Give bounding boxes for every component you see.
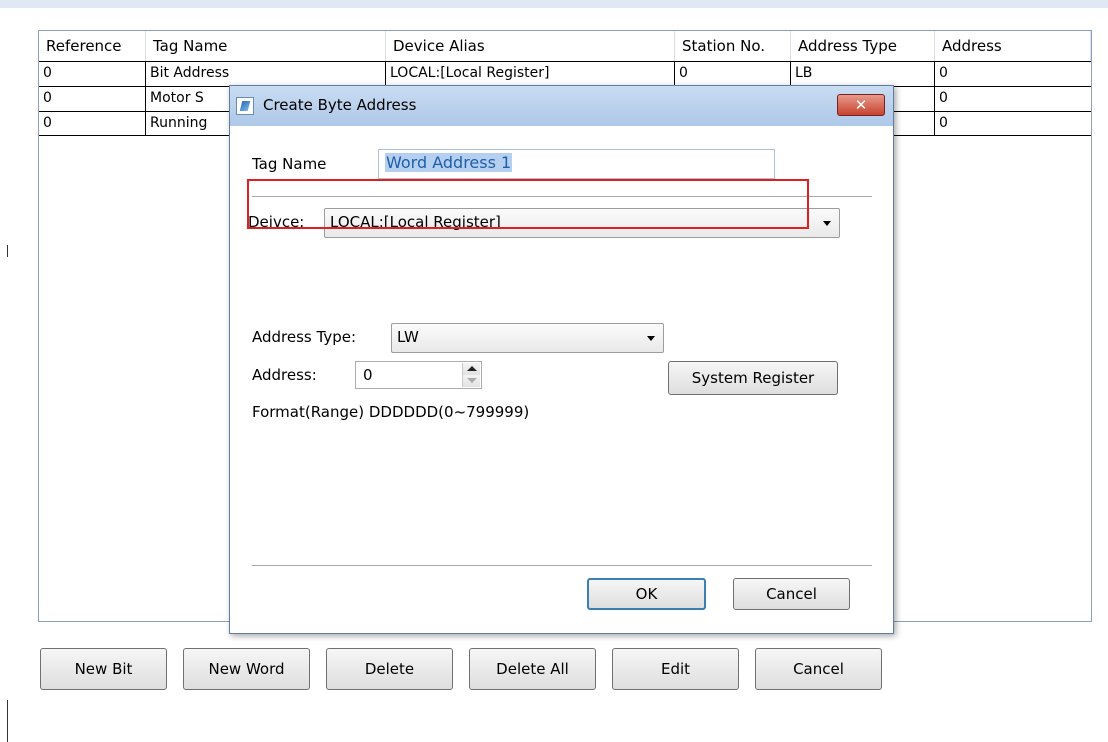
create-byte-address-dialog: Create Byte Address ✕ Tag Name Word Addr… — [229, 85, 894, 634]
divider — [252, 565, 872, 566]
column-header-station-no[interactable]: Station No. — [675, 31, 791, 61]
cell-reference: 0 — [39, 62, 146, 86]
device-label: Deivce: — [248, 213, 305, 231]
ok-button[interactable]: OK — [587, 578, 706, 610]
divider — [252, 196, 872, 197]
address-type-dropdown[interactable]: LW — [391, 323, 664, 353]
arrow-down-icon[interactable] — [463, 375, 480, 387]
table-row[interactable]: 0 Bit Address LOCAL:[Local Register] 0 L… — [39, 61, 1091, 86]
cell-address: 0 — [939, 65, 948, 81]
column-header-device-alias[interactable]: Device Alias — [386, 31, 675, 61]
cell-address-type: LB — [791, 62, 935, 86]
column-header-tag-name[interactable]: Tag Name — [146, 31, 386, 61]
column-header-reference[interactable]: Reference — [39, 31, 146, 61]
address-label: Address: — [252, 366, 317, 384]
system-register-button[interactable]: System Register — [668, 361, 838, 395]
device-dropdown[interactable]: LOCAL:[Local Register] — [324, 208, 840, 238]
cell-device-alias: LOCAL:[Local Register] — [386, 62, 675, 86]
tag-name-input[interactable]: Word Address 1 — [378, 149, 775, 179]
tag-name-value: Word Address 1 — [385, 153, 513, 172]
window-edge — [7, 700, 8, 742]
address-stepper[interactable]: 0 — [355, 361, 482, 389]
dialog-titlebar[interactable]: Create Byte Address ✕ — [230, 86, 893, 126]
delete-button[interactable]: Delete — [326, 648, 453, 690]
column-header-address[interactable]: Address — [935, 31, 1091, 61]
cell-reference: 0 — [39, 87, 146, 111]
cell-tag-name: Bit Address — [146, 62, 386, 86]
top-strip — [0, 0, 1108, 8]
cell-station-no: 0 — [675, 62, 791, 86]
cell-reference: 0 — [39, 112, 146, 136]
chevron-down-icon — [647, 336, 655, 341]
cell-address: 0 — [939, 90, 948, 106]
delete-all-button[interactable]: Delete All — [469, 648, 596, 690]
arrow-up-icon[interactable] — [463, 363, 480, 375]
dialog-title: Create Byte Address — [263, 96, 417, 114]
address-type-value: LW — [397, 328, 419, 346]
window-edge — [7, 245, 8, 257]
cell-address: 0 — [939, 115, 948, 131]
chevron-down-icon — [823, 221, 831, 226]
address-value: 0 — [363, 366, 373, 384]
edit-button[interactable]: Edit — [612, 648, 739, 690]
close-icon[interactable]: ✕ — [837, 94, 885, 116]
address-type-label: Address Type: — [252, 328, 357, 346]
app-icon — [236, 97, 254, 115]
tag-name-label: Tag Name — [252, 155, 327, 173]
new-word-button[interactable]: New Word — [183, 648, 310, 690]
column-header-address-type[interactable]: Address Type — [791, 31, 935, 61]
cancel-button[interactable]: Cancel — [755, 648, 882, 690]
device-value: LOCAL:[Local Register] — [330, 213, 501, 231]
stepper-buttons — [462, 363, 480, 387]
dialog-cancel-button[interactable]: Cancel — [733, 578, 850, 610]
new-bit-button[interactable]: New Bit — [40, 648, 167, 690]
format-range-text: Format(Range) DDDDDD(0~799999) — [252, 403, 530, 421]
table-header: Reference Tag Name Device Alias Station … — [39, 31, 1091, 61]
